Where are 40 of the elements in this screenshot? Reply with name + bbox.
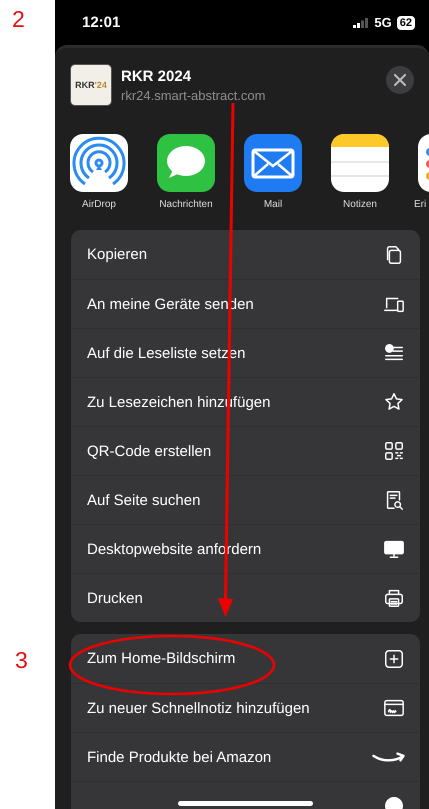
app-label[interactable]: AirDrop	[70, 199, 128, 210]
battery-level: 62	[396, 16, 415, 30]
app-label[interactable]: Mail	[244, 199, 302, 210]
action-label[interactable]: Kopieren	[87, 246, 148, 263]
quick-note-icon	[383, 697, 405, 719]
action-row[interactable]: Zu neuer Schnellnotiz hinzufügen	[71, 683, 420, 732]
close-icon	[394, 74, 406, 86]
action-row[interactable]: Auf Seite suchen	[71, 475, 420, 524]
action-label[interactable]: Finde Produkte bei Amazon	[87, 748, 272, 766]
action-label[interactable]: Drucken	[87, 590, 143, 606]
qr-code-icon	[383, 440, 405, 462]
notepad-icon[interactable]	[331, 134, 389, 192]
step-number: 3	[15, 647, 28, 674]
smile-arrow-icon	[372, 752, 405, 762]
signal-icon	[353, 18, 370, 28]
star-icon	[383, 391, 405, 413]
add-square-icon	[383, 648, 405, 670]
action-label[interactable]: QR-Code erstellen	[87, 442, 212, 460]
page-url: rkr24.smart-abstract.com	[121, 88, 266, 102]
action-row[interactable]: Finde Produkte bei Amazon	[71, 732, 420, 781]
speech-bubble-icon[interactable]	[157, 134, 215, 192]
network-label: 5G	[374, 15, 392, 30]
action-row[interactable]: Zum Home-Bildschirm	[71, 634, 420, 683]
action-row[interactable]: Kopieren	[71, 230, 420, 279]
step-number: 2	[12, 6, 25, 33]
envelope-icon[interactable]	[244, 134, 302, 192]
status-time: 12:01	[82, 14, 120, 31]
monitor-icon	[383, 538, 405, 560]
app-label[interactable]: Notizen	[331, 199, 389, 210]
airdrop-icon[interactable]	[70, 134, 128, 192]
action-label[interactable]: Auf Seite suchen	[87, 492, 200, 508]
page-title: RKR 2024	[121, 68, 192, 84]
close-button[interactable]	[386, 66, 414, 94]
site-logo: RKR'24	[70, 64, 112, 106]
app-label[interactable]: Nachrichten	[157, 199, 215, 210]
action-label[interactable]: Zu neuer Schnellnotiz hinzufügen	[87, 700, 310, 716]
action-row[interactable]: QR-Code erstellen	[71, 426, 420, 475]
printer-icon	[383, 587, 405, 609]
action-label[interactable]: Zum Home-Bildschirm	[87, 650, 236, 667]
app-label[interactable]: Eri	[414, 199, 426, 210]
